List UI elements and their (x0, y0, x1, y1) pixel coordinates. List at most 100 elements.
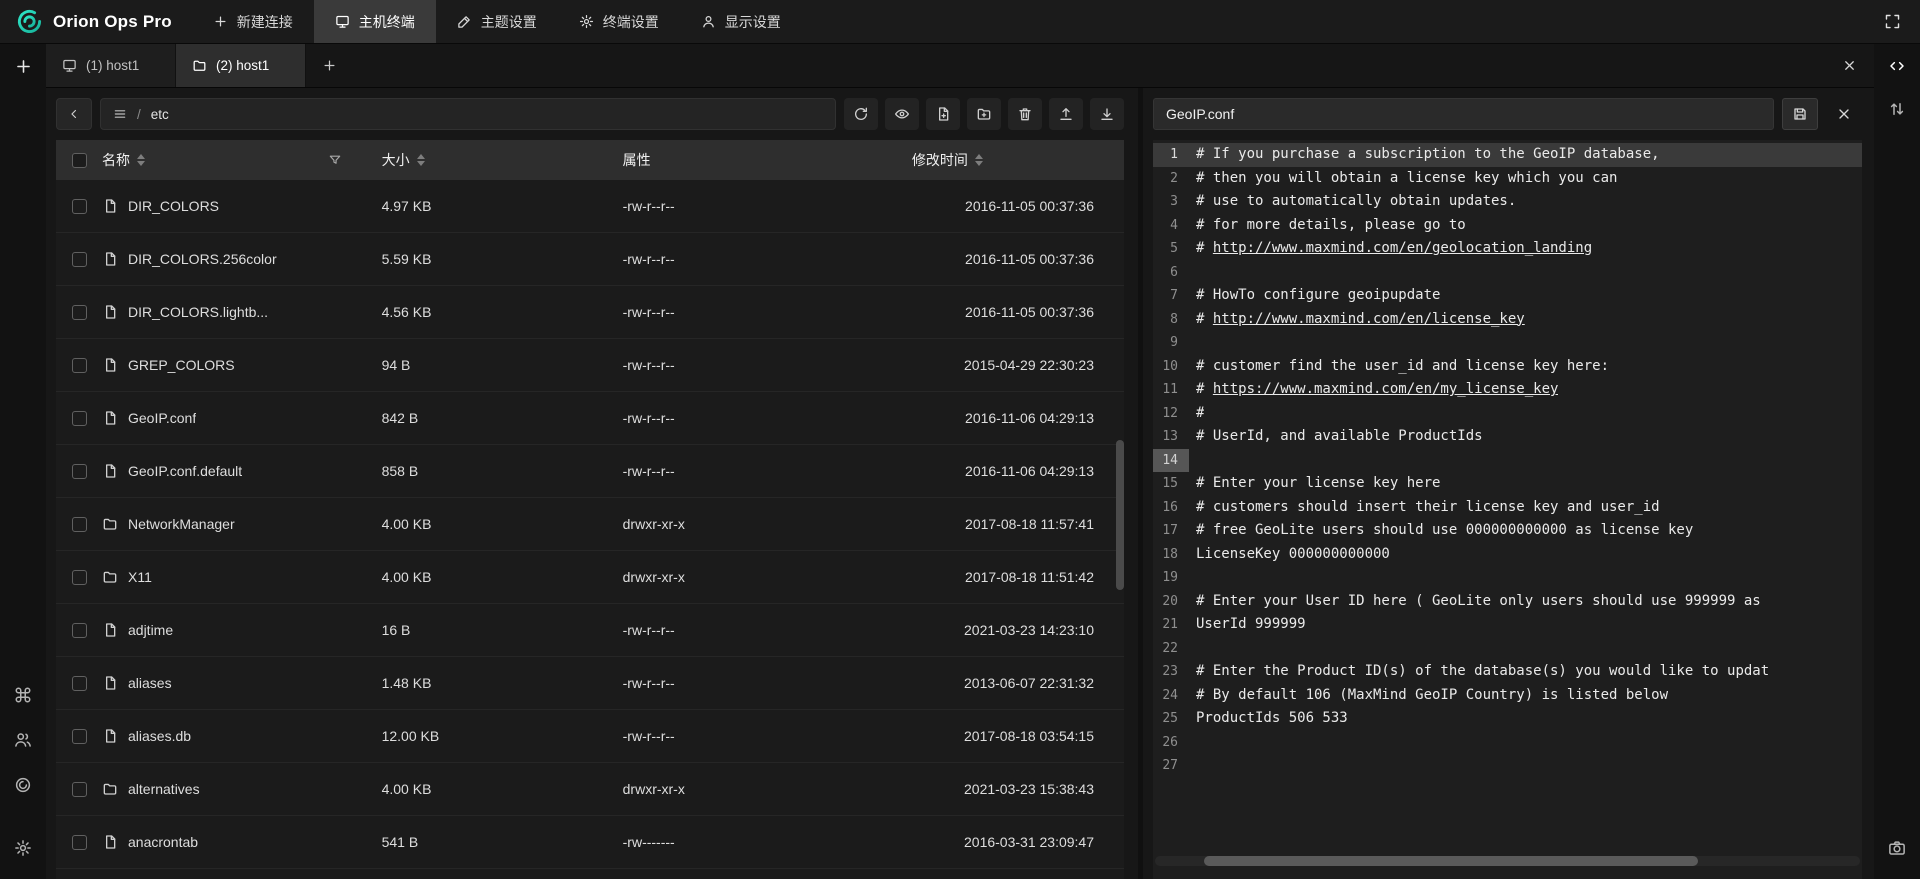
row-checkbox[interactable] (72, 570, 87, 585)
editor-line[interactable]: 20# Enter your User ID here ( GeoLite on… (1153, 590, 1862, 614)
file-row[interactable]: DIR_COLORS.256color5.59 KB-rw-r--r--2016… (56, 233, 1124, 286)
tab-2[interactable]: (2) host1 (176, 44, 306, 87)
editor-line[interactable]: 10# customer find the user_id and licens… (1153, 355, 1862, 379)
editor-line[interactable]: 18LicenseKey 000000000000 (1153, 543, 1862, 567)
tab-1[interactable]: (1) host1 (46, 44, 176, 87)
upload-button[interactable] (1049, 98, 1083, 130)
delete-button[interactable] (1008, 98, 1042, 130)
theme-button[interactable] (6, 768, 40, 802)
editor-line[interactable]: 13# UserId, and available ProductIds (1153, 425, 1862, 449)
editor-line[interactable]: 23# Enter the Product ID(s) of the datab… (1153, 660, 1862, 684)
screenshot-button[interactable] (1880, 831, 1914, 865)
editor-line[interactable]: 9 (1153, 331, 1862, 355)
file-row[interactable]: adjtime16 B-rw-r--r--2021-03-23 14:23:10 (56, 604, 1124, 657)
new-tab-button[interactable] (306, 44, 352, 87)
file-row[interactable]: DIR_COLORS4.97 KB-rw-r--r--2016-11-05 00… (56, 180, 1124, 233)
editor-line[interactable]: 26 (1153, 731, 1862, 755)
editor-line[interactable]: 1# If you purchase a subscription to the… (1153, 143, 1862, 167)
editor-line[interactable]: 16# customers should insert their licens… (1153, 496, 1862, 520)
url-link[interactable]: https://www.maxmind.com/en/my_license_ke… (1213, 381, 1559, 397)
file-list-scrollbar-thumb[interactable] (1116, 440, 1124, 590)
editor-toggle-button[interactable] (1880, 49, 1914, 83)
file-row[interactable]: alternatives4.00 KBdrwxr-xr-x2021-03-23 … (56, 763, 1124, 816)
editor-line[interactable]: 17# free GeoLite users should use 000000… (1153, 519, 1862, 543)
editor-close-button[interactable] (1826, 98, 1862, 130)
editor-line[interactable]: 4# for more details, please go to (1153, 214, 1862, 238)
column-size[interactable]: 大小 (382, 150, 623, 170)
row-checkbox[interactable] (72, 199, 87, 214)
menu-item-theme-settings[interactable]: 主题设置 (436, 0, 558, 43)
refresh-button[interactable] (844, 98, 878, 130)
menu-item-host-terminal[interactable]: 主机终端 (314, 0, 436, 43)
file-row[interactable]: X114.00 KBdrwxr-xr-x2017-08-18 11:51:42 (56, 551, 1124, 604)
file-row[interactable]: aliases.db12.00 KB-rw-r--r--2017-08-18 0… (56, 710, 1124, 763)
file-row[interactable]: aliases1.48 KB-rw-r--r--2013-06-07 22:31… (56, 657, 1124, 710)
editor-line[interactable]: 5# http://www.maxmind.com/en/geolocation… (1153, 237, 1862, 261)
editor-line[interactable]: 11# https://www.maxmind.com/en/my_licens… (1153, 378, 1862, 402)
editor-line[interactable]: 21UserId 999999 (1153, 613, 1862, 637)
new-connection-rail-button[interactable] (6, 49, 40, 83)
select-all-checkbox[interactable] (72, 153, 87, 168)
menu-item-display-settings[interactable]: 显示设置 (680, 0, 802, 43)
row-checkbox[interactable] (72, 676, 87, 691)
file-row[interactable]: GREP_COLORS94 B-rw-r--r--2015-04-29 22:3… (56, 339, 1124, 392)
editor-line[interactable]: 15# Enter your license key here (1153, 472, 1862, 496)
file-row[interactable]: DIR_COLORS.lightb...4.56 KB-rw-r--r--201… (56, 286, 1124, 339)
editor-body[interactable]: 1# If you purchase a subscription to the… (1153, 140, 1862, 879)
sort-mtime-icon[interactable] (975, 154, 983, 166)
file-row[interactable]: GeoIP.conf.default858 B-rw-r--r--2016-11… (56, 445, 1124, 498)
editor-line[interactable]: 22 (1153, 637, 1862, 661)
row-checkbox[interactable] (72, 782, 87, 797)
preview-button[interactable] (885, 98, 919, 130)
settings-button[interactable] (6, 831, 40, 865)
back-button[interactable] (56, 98, 92, 130)
file-row[interactable] (56, 869, 1124, 879)
row-checkbox[interactable] (72, 464, 87, 479)
editor-filename[interactable]: GeoIP.conf (1153, 98, 1774, 130)
row-checkbox[interactable] (72, 517, 87, 532)
file-row[interactable]: anacrontab541 B-rw-------2016-03-31 23:0… (56, 816, 1124, 869)
users-button[interactable] (6, 723, 40, 757)
editor-line[interactable]: 8# http://www.maxmind.com/en/license_key (1153, 308, 1862, 332)
breadcrumb-item[interactable]: etc (151, 107, 169, 122)
editor-line[interactable]: 27 (1153, 754, 1862, 778)
file-row[interactable]: NetworkManager4.00 KBdrwxr-xr-x2017-08-1… (56, 498, 1124, 551)
editor-line[interactable]: 7# HowTo configure geoipupdate (1153, 284, 1862, 308)
editor-line[interactable]: 19 (1153, 566, 1862, 590)
filter-icon[interactable] (328, 153, 342, 167)
editor-hscrollbar-thumb[interactable] (1204, 856, 1698, 866)
row-checkbox[interactable] (72, 835, 87, 850)
column-mtime[interactable]: 修改时间 (912, 150, 1124, 170)
sort-size-icon[interactable] (417, 154, 425, 166)
row-checkbox[interactable] (72, 252, 87, 267)
editor-line[interactable]: 25ProductIds 506 533 (1153, 707, 1862, 731)
url-link[interactable]: http://www.maxmind.com/en/license_key (1213, 311, 1525, 327)
url-link[interactable]: http://www.maxmind.com/en/geolocation_la… (1213, 240, 1592, 256)
row-checkbox[interactable] (72, 729, 87, 744)
editor-line[interactable]: 6 (1153, 261, 1862, 285)
fullscreen-button[interactable] (1864, 0, 1920, 43)
row-checkbox[interactable] (72, 358, 87, 373)
editor-line[interactable]: 3# use to automatically obtain updates. (1153, 190, 1862, 214)
editor-hscrollbar[interactable] (1155, 856, 1860, 866)
editor-line[interactable]: 2# then you will obtain a license key wh… (1153, 167, 1862, 191)
menu-item-terminal-settings[interactable]: 终端设置 (558, 0, 680, 43)
sort-toggle-button[interactable] (1880, 92, 1914, 126)
file-row[interactable]: GeoIP.conf842 B-rw-r--r--2016-11-06 04:2… (56, 392, 1124, 445)
new-file-button[interactable] (926, 98, 960, 130)
save-button[interactable] (1782, 98, 1818, 130)
sort-name-icon[interactable] (137, 154, 145, 166)
menu-item-new-connection[interactable]: 新建连接 (192, 0, 314, 43)
editor-line[interactable]: 12# (1153, 402, 1862, 426)
breadcrumb[interactable]: / etc (100, 98, 836, 130)
command-button[interactable] (6, 678, 40, 712)
editor-line[interactable]: 14 (1153, 449, 1862, 473)
row-checkbox[interactable] (72, 411, 87, 426)
row-checkbox[interactable] (72, 623, 87, 638)
row-checkbox[interactable] (72, 305, 87, 320)
editor-line[interactable]: 24# By default 106 (MaxMind GeoIP Countr… (1153, 684, 1862, 708)
download-button[interactable] (1090, 98, 1124, 130)
new-folder-button[interactable] (967, 98, 1001, 130)
close-tabs-button[interactable] (1824, 44, 1874, 87)
column-name[interactable]: 名称 (102, 150, 382, 170)
